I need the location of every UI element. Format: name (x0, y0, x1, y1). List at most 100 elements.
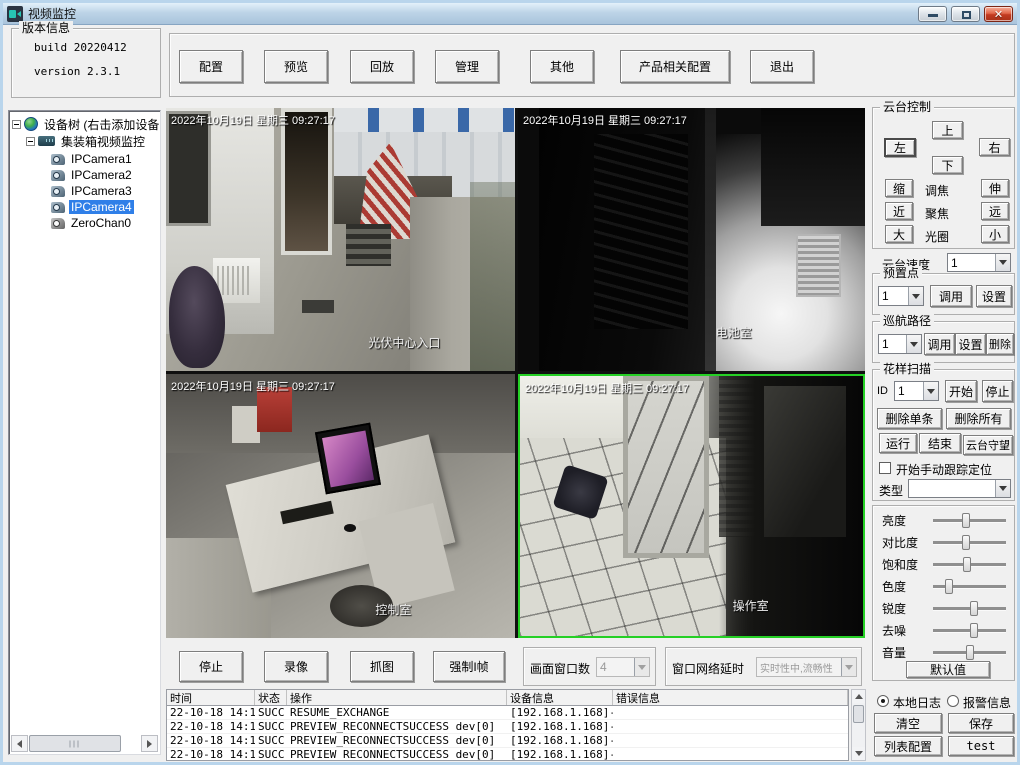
pattern-run-button[interactable]: 运行 (879, 433, 917, 453)
local-log-label[interactable]: 本地日志 (893, 694, 941, 711)
volume-slider[interactable] (933, 651, 1006, 654)
cruise-select[interactable]: 1 (878, 334, 922, 354)
zoom-in-button[interactable]: 伸 (981, 179, 1009, 197)
dropdown-button[interactable] (906, 335, 921, 353)
tree-group-row[interactable]: 集装箱视频监控 (26, 133, 147, 149)
latency-select[interactable]: 实时性中,流畅性 (756, 657, 857, 677)
col-header-error[interactable]: 错误信息 (613, 690, 848, 705)
contrast-slider[interactable] (933, 541, 1006, 544)
sharpness-slider[interactable] (933, 607, 1006, 610)
test-button[interactable]: test (948, 736, 1014, 756)
slider-thumb[interactable] (970, 623, 978, 638)
dropdown-button[interactable] (995, 480, 1010, 497)
log-row[interactable]: 22-10-18 14:15:58 SUCC PREVIEW_RECONNECT… (167, 748, 848, 761)
dropdown-button[interactable] (841, 658, 856, 676)
ptz-right-button[interactable]: 右 (979, 138, 1010, 156)
preset-select[interactable]: 1 (878, 286, 924, 306)
other-button[interactable]: 其他 (530, 50, 594, 83)
log-row[interactable]: 22-10-18 14:16:25 SUCC RESUME_EXCHANGE [… (167, 706, 848, 720)
zoom-out-button[interactable]: 缩 (885, 179, 913, 197)
tree-item-zerochan0[interactable]: ZeroChan0 (51, 215, 133, 231)
slider-thumb[interactable] (962, 513, 970, 528)
dropdown-button[interactable] (923, 382, 938, 400)
tree-root-row[interactable]: 设备树 (右击添加设备 (12, 116, 161, 132)
preset-set-button[interactable]: 设置 (976, 285, 1012, 307)
delete-one-button[interactable]: 删除单条 (877, 408, 942, 429)
log-row[interactable]: 22-10-18 14:15:58 SUCC PREVIEW_RECONNECT… (167, 734, 848, 748)
exit-button[interactable]: 退出 (750, 50, 814, 83)
alarm-info-radio[interactable] (947, 695, 959, 707)
video-cam4-selected[interactable]: 2022年10月19日 星期三 09:27:17 操作室 (518, 374, 865, 638)
col-header-device[interactable]: 设备信息 (507, 690, 613, 705)
col-header-time[interactable]: 时间 (167, 690, 255, 705)
slider-thumb[interactable] (945, 579, 953, 594)
local-log-radio[interactable] (877, 695, 889, 707)
pattern-start-button[interactable]: 开始 (945, 380, 977, 402)
tree-item-label-selected[interactable]: IPCamera4 (69, 200, 134, 214)
alarm-info-label[interactable]: 报警信息 (963, 694, 1011, 711)
dropdown-button[interactable] (634, 658, 649, 676)
tree-root-label[interactable]: 设备树 (右击添加设备 (42, 116, 161, 133)
default-values-button[interactable]: 默认值 (906, 661, 990, 678)
cruise-delete-button[interactable]: 删除 (986, 333, 1014, 355)
ptz-up-button[interactable]: 上 (932, 121, 963, 139)
ptz-down-button[interactable]: 下 (932, 156, 963, 174)
brightness-slider[interactable] (933, 519, 1006, 522)
title-bar[interactable]: 视频监控 (3, 3, 1017, 25)
preset-call-button[interactable]: 调用 (930, 285, 972, 307)
type-select[interactable] (908, 479, 1011, 498)
playback-button[interactable]: 回放 (350, 50, 414, 83)
slider-thumb[interactable] (970, 601, 978, 616)
video-cam1[interactable]: 2022年10月19日 星期三 09:27:17 光伏中心入口 (166, 108, 515, 371)
pattern-end-button[interactable]: 结束 (919, 433, 961, 453)
stop-button[interactable]: 停止 (179, 651, 243, 682)
manage-button[interactable]: 管理 (435, 50, 499, 83)
hscroll-right-button[interactable] (141, 735, 158, 752)
tree-item-ipcamera3[interactable]: IPCamera3 (51, 183, 134, 199)
saturation-slider[interactable] (933, 563, 1006, 566)
collapse-icon[interactable] (26, 137, 35, 146)
ptz-speed-select[interactable]: 1 (947, 253, 1011, 272)
denoise-slider[interactable] (933, 629, 1006, 632)
maximize-button[interactable] (951, 6, 980, 22)
vscroll-thumb[interactable] (853, 705, 864, 723)
iris-close-button[interactable]: 小 (981, 225, 1009, 243)
video-cam3[interactable]: 2022年10月19日 星期三 09:27:17 控制室 (166, 374, 515, 638)
ptz-watch-button[interactable]: 云台守望 (963, 435, 1013, 455)
dropdown-button[interactable] (995, 254, 1010, 271)
tree-item-label[interactable]: IPCamera1 (69, 152, 134, 166)
hue-slider[interactable] (933, 585, 1006, 588)
vscroll-down-button[interactable] (852, 747, 865, 760)
tree-item-ipcamera2[interactable]: IPCamera2 (51, 167, 134, 183)
pattern-id-select[interactable]: 1 (894, 381, 939, 401)
ptz-left-button[interactable]: 左 (884, 138, 916, 157)
hscroll-left-button[interactable] (11, 735, 28, 752)
cruise-call-button[interactable]: 调用 (924, 333, 955, 355)
record-button[interactable]: 录像 (264, 651, 328, 682)
delete-all-button[interactable]: 删除所有 (946, 408, 1011, 429)
slider-thumb[interactable] (966, 645, 974, 660)
preview-button[interactable]: 预览 (264, 50, 328, 83)
hscroll-thumb[interactable] (29, 735, 121, 752)
tree-item-label[interactable]: ZeroChan0 (69, 216, 133, 230)
minimize-button[interactable] (918, 6, 947, 22)
tree-item-ipcamera1[interactable]: IPCamera1 (51, 151, 134, 167)
video-cam2[interactable]: 2022年10月19日 星期三 09:27:17 电池室 (518, 108, 865, 371)
tree-group-label[interactable]: 集装箱视频监控 (59, 133, 147, 150)
slider-thumb[interactable] (962, 535, 970, 550)
config-button[interactable]: 配置 (179, 50, 243, 83)
list-config-button[interactable]: 列表配置 (874, 736, 942, 756)
dropdown-button[interactable] (908, 287, 923, 305)
focus-far-button[interactable]: 远 (981, 202, 1009, 220)
manual-track-checkbox[interactable] (879, 462, 891, 474)
snapshot-button[interactable]: 抓图 (350, 651, 414, 682)
tree-item-label[interactable]: IPCamera2 (69, 168, 134, 182)
iris-open-button[interactable]: 大 (885, 225, 913, 243)
window-count-select[interactable]: 4 (596, 657, 650, 677)
col-header-operation[interactable]: 操作 (287, 690, 507, 705)
cruise-set-button[interactable]: 设置 (955, 333, 986, 355)
clear-button[interactable]: 清空 (874, 713, 942, 733)
tree-item-ipcamera4-selected[interactable]: IPCamera4 (51, 199, 134, 215)
tree-item-label[interactable]: IPCamera3 (69, 184, 134, 198)
close-button[interactable]: ✕ (984, 6, 1013, 22)
